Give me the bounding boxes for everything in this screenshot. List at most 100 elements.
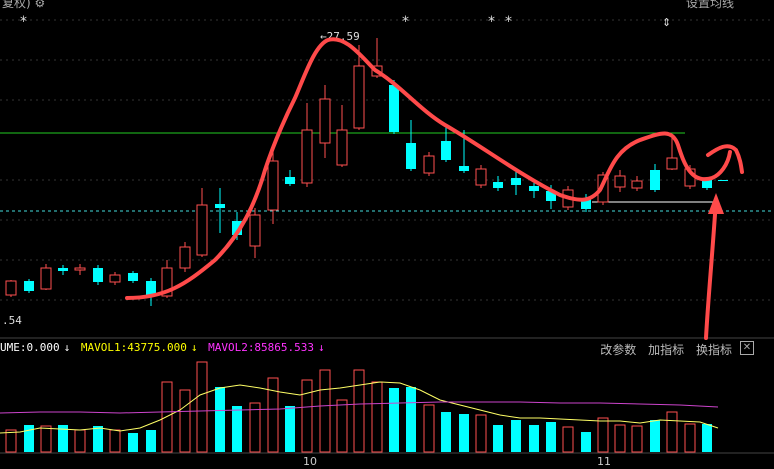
volume-bar [441, 412, 451, 452]
candle-body [614, 175, 626, 188]
candle-body [179, 246, 191, 269]
volume-bar [128, 433, 138, 452]
edit-params-button[interactable]: 改参数 [600, 343, 636, 357]
grid-lines [0, 19, 774, 301]
candle-body [5, 280, 17, 296]
volume-bar [650, 420, 660, 452]
volume-bar [529, 425, 539, 452]
down-arrow-icon: ↓ [190, 341, 198, 354]
candle-body [196, 204, 208, 256]
candle-body [93, 268, 103, 282]
volume-bar [5, 429, 17, 453]
candles-group [5, 38, 728, 306]
gear-icon[interactable]: ⚙ [35, 0, 46, 10]
candle-body [475, 168, 487, 186]
volume-bar [493, 425, 503, 452]
candle-body [423, 155, 435, 174]
candle-body [529, 186, 539, 191]
candle-body [319, 98, 331, 144]
volume-bar [546, 422, 556, 452]
candle-body [336, 129, 348, 166]
mavol2-label: MAVOL2:85865.533 [208, 341, 315, 354]
event-markers: * * * * ⇕ [20, 14, 671, 30]
volume-bar [146, 430, 156, 452]
volume-bar [40, 425, 52, 453]
volume-bar [249, 402, 261, 453]
volume-bar [406, 387, 416, 452]
volume-bar [74, 429, 86, 453]
volume-bar [475, 414, 487, 453]
candle-body [406, 143, 416, 169]
x-axis-label: 11 [597, 455, 611, 468]
indicator-toolbar: 改参数 加指标 换指标 [592, 341, 732, 358]
volume-bar [389, 388, 399, 452]
change-indicator-button[interactable]: 换指标 [696, 343, 732, 357]
candle-body [249, 214, 261, 247]
down-arrow-icon: ↓ [63, 341, 71, 354]
candle-body [74, 267, 86, 271]
star-marker: * [505, 14, 512, 30]
candle-body [459, 166, 469, 171]
candle-body [441, 141, 451, 160]
candle-body [718, 180, 728, 181]
candle-body [24, 281, 34, 291]
star-marker: ⇕ [662, 16, 671, 29]
candle-body [301, 129, 313, 184]
candle-body [353, 65, 365, 129]
add-indicator-button[interactable]: 加指标 [648, 343, 684, 357]
close-icon[interactable]: ✕ [740, 341, 754, 355]
volume-bar [319, 369, 331, 453]
volume-bar [702, 424, 712, 452]
candle-body [389, 85, 399, 132]
volume-bar [562, 426, 574, 453]
mavol1-label: MAVOL1:43775.000 [80, 341, 187, 354]
volume-bar [336, 399, 348, 453]
candle-body [511, 178, 521, 185]
candle-body [109, 274, 121, 283]
volume-bar [285, 406, 295, 452]
candle-body [650, 170, 660, 190]
star-marker: * [20, 14, 27, 30]
kline-chart[interactable]: * * * * ⇕ ←27.59 [0, 0, 774, 469]
candle-body [40, 267, 52, 290]
volume-bars [5, 361, 712, 453]
x-axis-label: 10 [303, 455, 317, 468]
candle-body [215, 204, 225, 208]
candle-body [128, 273, 138, 281]
star-marker: * [402, 14, 409, 30]
vol-label: UME:0.000 [0, 341, 60, 354]
ma-settings[interactable]: 设置均线 [686, 0, 734, 11]
volume-bar [597, 417, 609, 453]
fq-label[interactable]: 复权) ⚙ [2, 0, 45, 11]
volume-bar [581, 432, 591, 452]
volume-bar [267, 377, 279, 453]
volume-bar [684, 423, 696, 453]
arrow-head [708, 193, 724, 214]
volume-legend: UME:0.000 ↓ MAVOL1:43775.000 ↓ MAVOL2:8586… [0, 341, 329, 357]
volume-bar [215, 387, 225, 452]
volume-bar [614, 424, 626, 453]
candle-body [58, 268, 68, 271]
volume-bar [179, 389, 191, 453]
volume-bar [371, 381, 383, 453]
volume-bar [109, 429, 121, 453]
price-axis-label: .54 [2, 314, 22, 327]
volume-bar [196, 361, 208, 453]
down-arrow-icon: ↓ [318, 341, 325, 354]
candle-body [631, 180, 643, 189]
volume-bar [631, 425, 643, 453]
candle-body [666, 157, 678, 170]
candle-body [493, 182, 503, 188]
volume-bar [93, 426, 103, 452]
volume-bar [423, 404, 435, 453]
annotation-arrow [704, 198, 718, 340]
candle-body [702, 180, 712, 188]
volume-bar [301, 379, 313, 453]
star-marker: * [488, 14, 495, 30]
candle-body [285, 177, 295, 184]
candle-body [267, 160, 279, 211]
volume-bar [511, 420, 521, 452]
volume-bar [232, 406, 242, 452]
volume-bar [353, 369, 365, 453]
volume-bar [666, 411, 678, 453]
